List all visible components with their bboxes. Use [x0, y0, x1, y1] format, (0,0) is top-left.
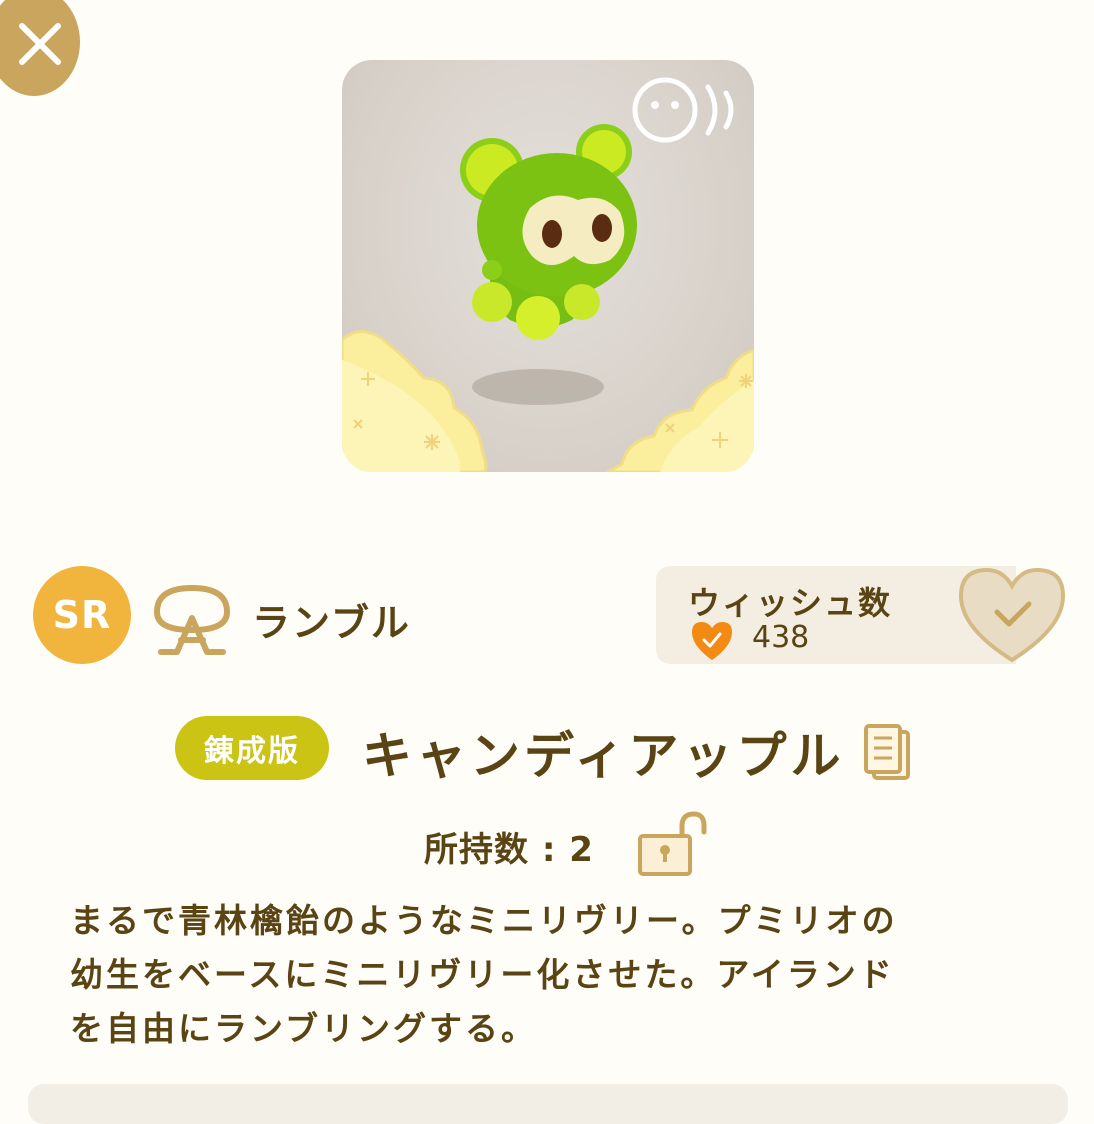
item-name: キャンディアップル	[362, 727, 845, 785]
edition-badge: 錬成版	[175, 716, 329, 780]
description: まるで青林檎飴のようなミニリヴリー。プミリオの 幼生をベースにミニリヴリー化させ…	[70, 894, 970, 1056]
sound-face-icon[interactable]	[630, 75, 745, 145]
bottom-card	[28, 1084, 1068, 1124]
description-line: まるで青林檎飴のようなミニリヴリー。プミリオの	[70, 901, 898, 940]
description-line: 幼生をベースにミニリヴリー化させた。アイランド	[70, 955, 895, 994]
rarity-badge: SR	[33, 566, 131, 664]
ramble-icon	[153, 584, 231, 655]
owned-count: 所持数 : 2	[424, 830, 594, 870]
wish-heart-button[interactable]	[955, 562, 1070, 667]
close-button[interactable]	[0, 0, 80, 96]
heart-check-icon	[692, 622, 732, 660]
document-icon[interactable]	[862, 722, 914, 782]
type-label: ランブル	[252, 601, 411, 645]
description-line: を自由にランブリングする。	[70, 1009, 538, 1048]
unlock-icon[interactable]	[636, 810, 708, 878]
close-icon	[19, 23, 61, 65]
wish-count: 438	[752, 620, 810, 655]
